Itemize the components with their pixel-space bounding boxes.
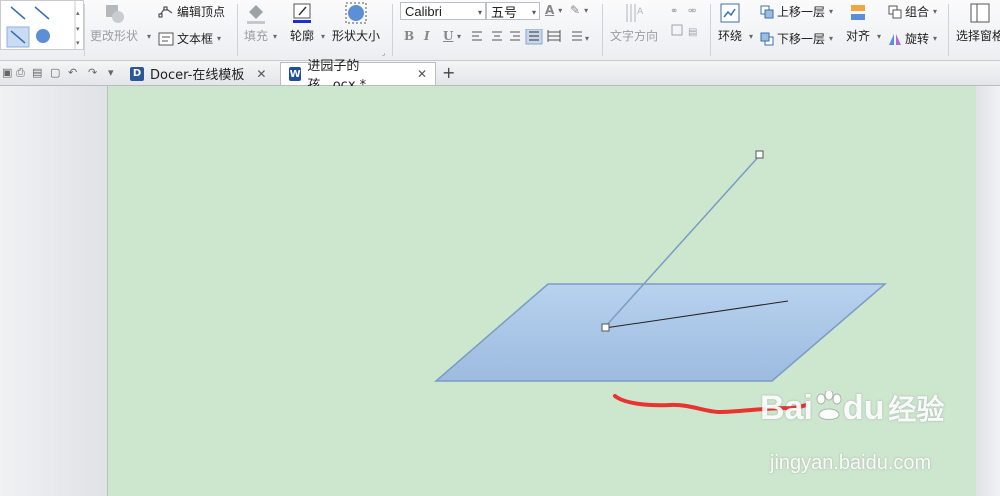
line-end-handle[interactable] [755, 150, 764, 159]
baidu-watermark: Bai du 经验 [760, 388, 944, 428]
paw-logo-icon [813, 389, 843, 421]
watermark-cn: 经验 [888, 393, 945, 426]
watermark-brand: Bai [760, 389, 813, 427]
line-start-handle[interactable] [601, 323, 610, 332]
parallelogram-shape[interactable] [433, 283, 888, 382]
watermark-brand-2: du [842, 389, 885, 427]
watermark-url: jingyan.baidu.com [770, 452, 932, 474]
